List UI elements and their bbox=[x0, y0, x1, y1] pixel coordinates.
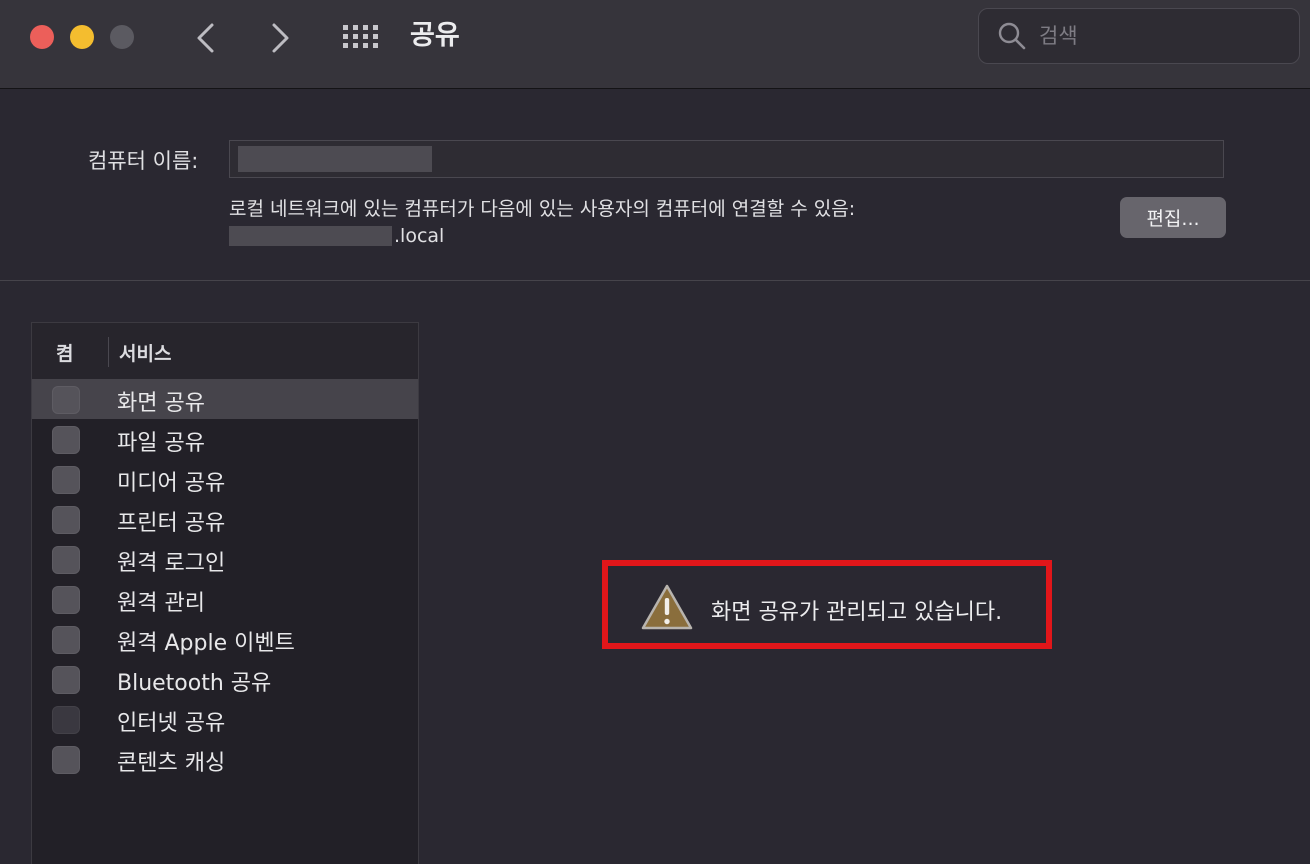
search-box[interactable] bbox=[978, 8, 1300, 64]
service-row[interactable]: Bluetooth 공유 bbox=[32, 659, 418, 699]
service-checkbox[interactable] bbox=[52, 426, 80, 454]
service-checkbox[interactable] bbox=[52, 586, 80, 614]
search-icon bbox=[998, 22, 1026, 50]
service-label: 화면 공유 bbox=[117, 391, 205, 416]
service-checkbox[interactable] bbox=[52, 746, 80, 774]
window-title: 공유 bbox=[410, 20, 460, 51]
back-button[interactable] bbox=[186, 18, 226, 58]
service-row[interactable]: 콘텐츠 캐싱 bbox=[32, 739, 418, 779]
column-separator bbox=[108, 337, 109, 367]
service-label: 원격 Apple 이벤트 bbox=[117, 631, 295, 656]
service-checkbox[interactable] bbox=[52, 386, 80, 414]
service-row[interactable]: 화면 공유 bbox=[32, 379, 418, 419]
managed-notice: 화면 공유가 관리되고 있습니다. bbox=[602, 560, 1052, 649]
service-row[interactable]: 인터넷 공유 bbox=[32, 699, 418, 739]
column-header-service[interactable]: 서비스 bbox=[119, 339, 171, 366]
service-label: 인터넷 공유 bbox=[117, 711, 226, 736]
service-checkbox[interactable] bbox=[52, 546, 80, 574]
local-hostname-redacted bbox=[229, 226, 392, 246]
service-label: Bluetooth 공유 bbox=[117, 671, 272, 696]
services-list: 켬 서비스 화면 공유파일 공유미디어 공유프린터 공유원격 로그인원격 관리원… bbox=[31, 322, 419, 864]
edit-button[interactable]: 편집... bbox=[1120, 197, 1226, 238]
managed-notice-message: 화면 공유가 관리되고 있습니다. bbox=[711, 600, 1003, 625]
service-label: 콘텐츠 캐싱 bbox=[117, 751, 226, 776]
title-bar: 공유 bbox=[0, 0, 1310, 89]
service-label: 미디어 공유 bbox=[117, 471, 226, 496]
chevron-right-icon bbox=[272, 23, 289, 53]
service-checkbox[interactable] bbox=[52, 466, 80, 494]
zoom-window-button[interactable] bbox=[110, 25, 134, 49]
service-label: 프린터 공유 bbox=[117, 511, 226, 536]
service-label: 원격 관리 bbox=[117, 591, 205, 616]
service-checkbox bbox=[52, 706, 80, 734]
warning-icon bbox=[641, 584, 693, 630]
computer-name-value-redacted bbox=[238, 146, 432, 172]
service-row[interactable]: 원격 Apple 이벤트 bbox=[32, 619, 418, 659]
show-all-button[interactable] bbox=[342, 24, 382, 50]
grid-icon bbox=[343, 25, 378, 48]
close-window-button[interactable] bbox=[30, 25, 54, 49]
service-row[interactable]: 프린터 공유 bbox=[32, 499, 418, 539]
service-checkbox[interactable] bbox=[52, 666, 80, 694]
local-address-suffix: .local bbox=[394, 225, 445, 247]
column-header-on[interactable]: 켬 bbox=[56, 339, 73, 366]
local-network-description: 로컬 네트워크에 있는 컴퓨터가 다음에 있는 사용자의 컴퓨터에 연결할 수 … bbox=[229, 198, 856, 220]
computer-name-label: 컴퓨터 이름: bbox=[88, 149, 199, 173]
service-row[interactable]: 원격 로그인 bbox=[32, 539, 418, 579]
computer-name-field[interactable] bbox=[229, 140, 1224, 178]
chevron-left-icon bbox=[197, 23, 214, 53]
service-label: 파일 공유 bbox=[117, 431, 205, 456]
forward-button[interactable] bbox=[260, 18, 300, 58]
service-row[interactable]: 파일 공유 bbox=[32, 419, 418, 459]
service-row[interactable]: 미디어 공유 bbox=[32, 459, 418, 499]
services-list-header: 켬 서비스 bbox=[32, 323, 418, 379]
section-divider bbox=[0, 280, 1310, 281]
search-input[interactable] bbox=[1039, 19, 1279, 53]
service-label: 원격 로그인 bbox=[117, 551, 226, 576]
service-checkbox[interactable] bbox=[52, 626, 80, 654]
minimize-window-button[interactable] bbox=[70, 25, 94, 49]
local-address: .local bbox=[229, 223, 444, 249]
service-checkbox[interactable] bbox=[52, 506, 80, 534]
service-row[interactable]: 원격 관리 bbox=[32, 579, 418, 619]
